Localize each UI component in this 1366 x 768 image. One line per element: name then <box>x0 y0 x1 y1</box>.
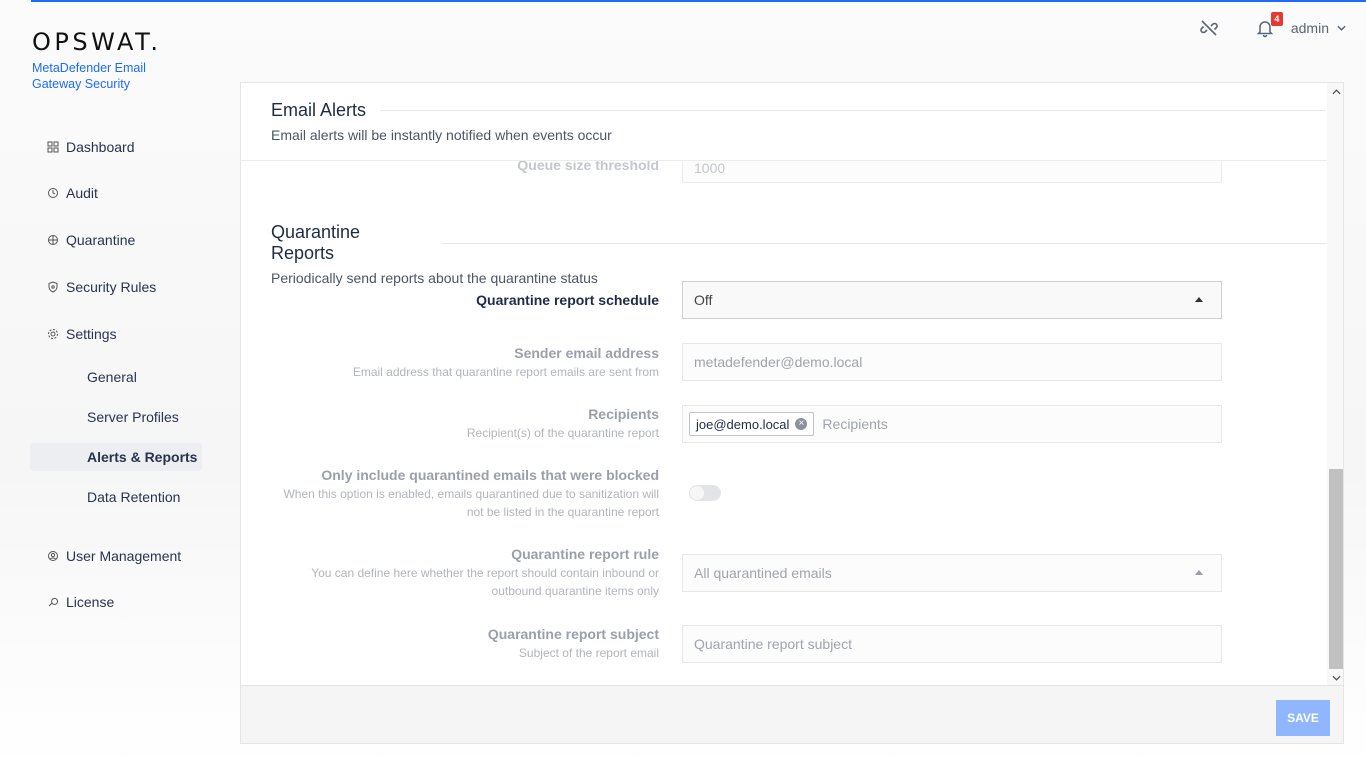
sidebar-item-label: Quarantine <box>66 232 136 248</box>
rule-value: All quarantined emails <box>694 565 832 581</box>
subject-label: Quarantine report subject <box>487 626 659 642</box>
settings-content[interactable]: Email Alerts Email alerts will be instan… <box>241 83 1327 685</box>
opswat-logo: OPSWAT. <box>32 28 162 56</box>
scrollbar-thumb[interactable] <box>1329 469 1343 669</box>
subject-placeholder: Quarantine report subject <box>694 636 852 652</box>
sidebar-item-label: Audit <box>66 185 98 201</box>
settings-card: Email Alerts Email alerts will be instan… <box>240 82 1344 744</box>
section-title: Email Alerts <box>271 100 367 120</box>
sidebar-item-label: Security Rules <box>66 279 157 295</box>
shield-icon <box>46 280 60 294</box>
section-divider <box>380 110 1327 111</box>
remove-tag-icon[interactable]: × <box>795 418 808 430</box>
email-alerts-section: Email Alerts Email alerts will be instan… <box>271 100 1327 143</box>
rule-hint-2: outbound quarantine items only <box>491 584 659 598</box>
sidebar-item-user-management[interactable]: User Management <box>30 539 210 573</box>
quarantine-reports-section: Quarantine Reports Periodically send rep… <box>271 222 1327 286</box>
recipients-hint: Recipient(s) of the quarantine report <box>466 426 659 440</box>
schedule-value: Off <box>694 292 713 308</box>
license-icon <box>46 595 60 609</box>
section-divider <box>441 242 1327 244</box>
recipients-field[interactable]: joe@demo.local × Recipients <box>682 405 1222 443</box>
gear-icon <box>46 327 60 341</box>
top-accent-line <box>31 0 1366 2</box>
subject-field[interactable]: Quarantine report subject <box>682 625 1222 663</box>
unlink-icon[interactable] <box>1199 18 1219 38</box>
sidebar-item-general[interactable]: General <box>30 363 202 391</box>
sidebar-item-server-profiles[interactable]: Server Profiles <box>30 403 202 431</box>
caret-up-icon <box>1195 570 1203 575</box>
user-management-icon <box>46 549 60 563</box>
rule-hint-1: You can define here whether the report s… <box>311 566 659 580</box>
queue-threshold-value: 1000 <box>694 160 726 176</box>
sidebar-item-license[interactable]: License <box>30 585 210 619</box>
recipients-placeholder: Recipients <box>822 416 888 432</box>
chevron-down-icon <box>1337 25 1346 31</box>
sidebar-item-security-rules[interactable]: Security Rules <box>30 270 210 304</box>
sidebar-item-audit[interactable]: Audit <box>30 176 210 210</box>
scroll-up-icon[interactable] <box>1327 85 1343 99</box>
vertical-scrollbar[interactable] <box>1327 83 1343 685</box>
brand: OPSWAT. MetaDefender Email Gateway Secur… <box>32 28 172 92</box>
user-menu[interactable]: admin <box>1291 20 1346 36</box>
email-alerts-header: Email Alerts Email alerts will be instan… <box>241 83 1327 161</box>
audit-icon <box>46 186 60 200</box>
sidebar-item-quarantine[interactable]: Quarantine <box>30 223 210 257</box>
recipients-label: Recipients <box>588 406 659 422</box>
sidebar-item-label: User Management <box>66 548 182 564</box>
sidebar-item-settings[interactable]: Settings <box>30 317 210 351</box>
settings-submenu: General Server Profiles Alerts & Reports… <box>30 363 210 511</box>
rule-select[interactable]: All quarantined emails <box>682 554 1222 592</box>
blocked-only-hint-2: not be listed in the quarantine report <box>466 505 659 519</box>
user-name: admin <box>1290 20 1329 36</box>
section-title: Quarantine Reports <box>271 222 361 263</box>
sender-label: Sender email address <box>514 345 659 361</box>
sidebar-item-label: License <box>66 594 115 610</box>
scroll-down-icon[interactable] <box>1327 671 1343 685</box>
sidebar-item-data-retention[interactable]: Data Retention <box>30 483 202 511</box>
blocked-only-toggle[interactable] <box>689 485 721 501</box>
save-button[interactable]: SAVE <box>1276 700 1330 736</box>
sender-email-value: metadefender@demo.local <box>694 354 863 370</box>
blocked-only-hint-1: When this option is enabled, emails quar… <box>283 487 659 501</box>
quarantine-icon <box>46 233 60 247</box>
sender-hint: Email address that quarantine report ema… <box>352 365 659 379</box>
sender-email-field[interactable]: metadefender@demo.local <box>682 343 1222 381</box>
section-description: Email alerts will be instantly notified … <box>271 127 612 143</box>
header-actions: 4 admin <box>1199 12 1346 38</box>
sidebar-item-label: Dashboard <box>66 139 135 155</box>
product-name: MetaDefender Email Gateway Security <box>32 61 146 91</box>
sidebar-item-label: Settings <box>66 326 117 342</box>
dashboard-icon <box>46 140 60 154</box>
sidebar-item-alerts-reports[interactable]: Alerts & Reports <box>30 443 202 471</box>
schedule-label: Quarantine report schedule <box>476 292 659 308</box>
recipient-tag: joe@demo.local × <box>689 412 815 436</box>
notification-badge: 4 <box>1270 12 1283 26</box>
recipient-tag-label: joe@demo.local <box>696 416 790 432</box>
schedule-select[interactable]: Off <box>682 281 1222 319</box>
blocked-only-label: Only include quarantined emails that wer… <box>321 467 659 483</box>
sidebar-item-dashboard[interactable]: Dashboard <box>30 130 210 164</box>
card-footer: SAVE <box>241 685 1343 743</box>
subject-hint: Subject of the report email <box>518 646 659 660</box>
sidebar-nav: Dashboard Audit Quarantine Security Rule… <box>30 130 210 619</box>
caret-up-icon <box>1195 297 1203 302</box>
notifications-button[interactable]: 4 <box>1255 12 1283 38</box>
rule-label: Quarantine report rule <box>511 546 659 562</box>
